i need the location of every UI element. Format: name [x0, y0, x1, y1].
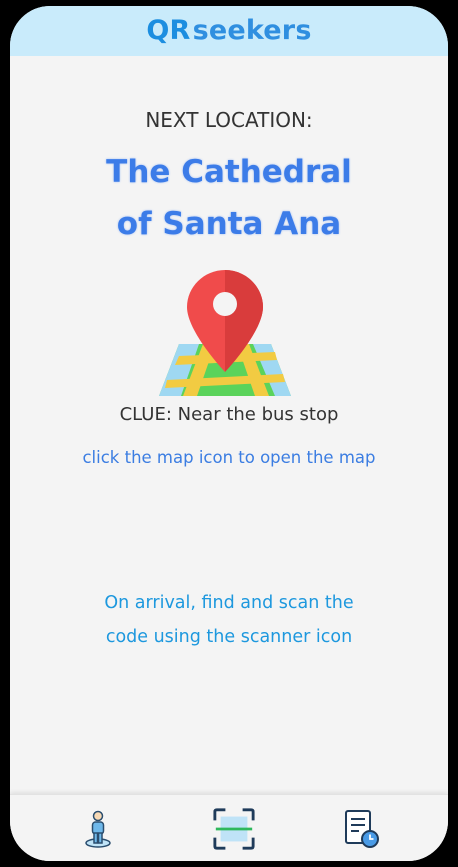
next-location-label: NEXT LOCATION: — [145, 108, 313, 132]
app-logo: QRseekers — [146, 17, 311, 44]
scan-instructions-line2: code using the scanner icon — [105, 627, 353, 647]
scanner-nav-button[interactable] — [212, 807, 256, 851]
bottom-nav-bar — [10, 794, 448, 861]
profile-nav-button[interactable] — [76, 807, 120, 851]
person-location-icon — [85, 810, 111, 848]
scan-instructions-line1: On arrival, find and scan the — [104, 593, 354, 613]
history-nav-button[interactable] — [340, 807, 384, 851]
clue-text: CLUE: Near the bus stop — [119, 404, 339, 425]
qr-scanner-icon — [213, 808, 255, 850]
location-title: The Cathedral of Santa Ana — [10, 146, 448, 250]
app-header: QRseekers — [10, 6, 448, 56]
logo-qr-text: QR — [146, 14, 191, 46]
location-title-line1: The Cathedral — [106, 154, 352, 190]
app-screen: QRseekers NEXT LOCATION: The Cathedral o… — [10, 6, 448, 861]
map-hint-text: click the map icon to open the map — [82, 448, 376, 467]
map-pin-icon[interactable] — [157, 262, 293, 398]
report-clock-icon — [345, 810, 379, 848]
logo-seekers-text: seekers — [192, 14, 312, 46]
location-title-line2: of Santa Ana — [116, 206, 342, 242]
scan-instructions: On arrival, find and scan the code using… — [10, 586, 448, 654]
